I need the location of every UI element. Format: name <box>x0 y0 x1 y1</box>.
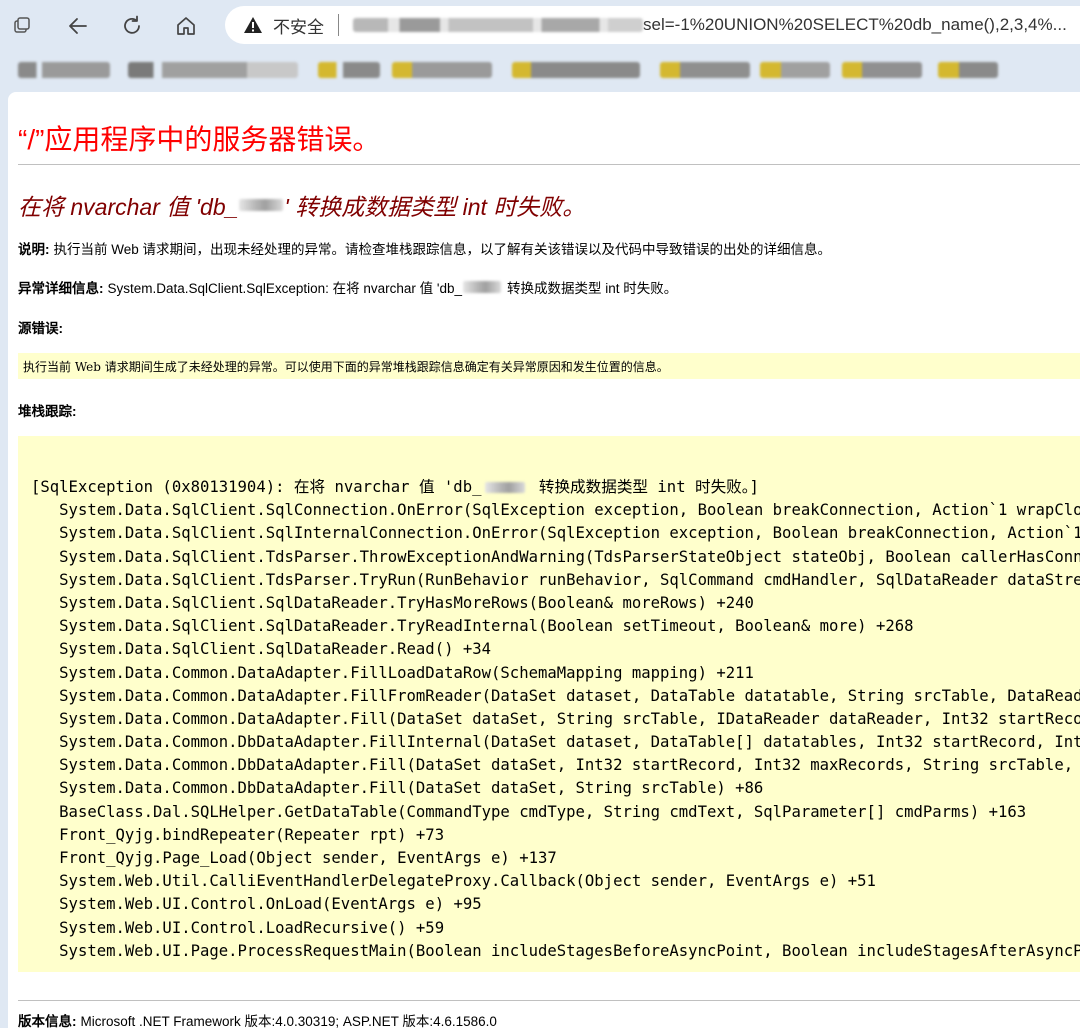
stack-trace-line: Front_Qyjg.bindRepeater(Repeater rpt) +7… <box>31 825 445 844</box>
error-heading: 在将 nvarchar 值 'db_ ' 转换成数据类型 int 时失败。 <box>18 188 585 222</box>
error-heading-prefix: 在将 nvarchar 值 'db_ <box>18 194 239 220</box>
favorite-item[interactable] <box>842 62 922 78</box>
stack-head-prefix: [SqlException (0x80131904): 在将 nvarchar … <box>31 478 482 496</box>
stack-trace-line: System.Data.Common.DbDataAdapter.Fill(Da… <box>59 756 1074 775</box>
favorite-item[interactable] <box>128 62 298 78</box>
stack-trace-line: System.Web.UI.Control.OnLoad(EventArgs e… <box>31 895 482 914</box>
source-error-heading: 源错误: <box>18 317 67 337</box>
favorite-item[interactable] <box>318 62 380 78</box>
version-info: 版本信息: Microsoft .NET Framework 版本:4.0.30… <box>18 1010 497 1028</box>
security-label[interactable]: 不安全 <box>273 13 324 38</box>
stack-trace-line: System.Data.SqlClient.SqlDataReader.TryR… <box>31 617 914 636</box>
exception-label: 异常详细信息: <box>18 281 104 296</box>
page-title: “/”应用程序中的服务器错误。 <box>18 124 381 155</box>
redacted-db-name <box>485 482 526 493</box>
stack-trace-line: System.Data.SqlClient.TdsParser.TryRun(R… <box>59 570 1080 589</box>
stack-trace-box: [SqlException (0x80131904): 在将 nvarchar … <box>18 436 1080 972</box>
address-separator <box>338 14 339 36</box>
stack-trace-line: System.Data.Common.DbDataAdapter.Fill(Da… <box>31 779 764 798</box>
redacted-host <box>353 18 643 32</box>
stack-trace-heading: 堆栈跟踪: <box>18 400 81 420</box>
stack-trace-line: System.Data.Common.DataAdapter.FillFromR… <box>59 686 1080 705</box>
title-divider <box>18 164 1080 165</box>
exception-text-prefix: System.Data.SqlClient.SqlException: 在将 n… <box>107 281 462 296</box>
stack-trace-line: System.Data.SqlClient.TdsParser.ThrowExc… <box>59 547 1080 566</box>
favorite-item[interactable] <box>760 62 830 78</box>
description-paragraph: 说明: 执行当前 Web 请求期间，出现未经处理的异常。请检查堆栈跟踪信息，以了… <box>18 238 831 258</box>
stack-trace-line: System.Data.SqlClient.SqlConnection.OnEr… <box>59 501 1080 520</box>
stack-trace-line: System.Data.SqlClient.SqlInternalConnect… <box>59 524 1080 543</box>
stack-lines-container: System.Data.SqlClient.SqlConnection.OnEr… <box>31 499 1080 963</box>
stack-trace-line: System.Web.Util.CalliEventHandlerDelegat… <box>31 872 876 891</box>
stack-trace-line: System.Data.Common.DbDataAdapter.FillInt… <box>59 733 1080 752</box>
description-label: 说明: <box>18 242 50 257</box>
redacted-db-name <box>239 199 284 211</box>
stack-trace-code: [SqlException (0x80131904): 在将 nvarchar … <box>31 476 1080 963</box>
stack-trace-line: System.Data.SqlClient.SqlDataReader.Read… <box>31 640 492 659</box>
source-error-text: 执行当前 Web 请求期间生成了未经处理的异常。可以使用下面的异常堆栈跟踪信息确… <box>23 359 669 374</box>
favorite-item[interactable] <box>660 62 750 78</box>
stack-trace-line: System.Web.UI.Page.ProcessRequestMain(Bo… <box>31 941 1080 960</box>
tab-actions-icon[interactable] <box>6 10 38 42</box>
address-bar[interactable]: 不安全 sel=-1%20UNION%20SELECT%20db_name(),… <box>225 6 1080 44</box>
exception-text-suffix: 转换成数据类型 int 时失败。 <box>506 281 678 296</box>
favorite-item[interactable] <box>512 62 640 78</box>
version-label: 版本信息: <box>18 1014 77 1028</box>
source-error-box: 执行当前 Web 请求期间生成了未经处理的异常。可以使用下面的异常堆栈跟踪信息确… <box>18 353 1080 379</box>
error-heading-suffix: ' 转换成数据类型 int 时失败。 <box>284 194 586 220</box>
stack-trace-line: Front_Qyjg.Page_Load(Object sender, Even… <box>31 849 557 867</box>
stack-trace-line: System.Data.Common.DataAdapter.FillLoadD… <box>31 663 754 682</box>
stack-trace-header: [SqlException (0x80131904): 在将 nvarchar … <box>31 476 1080 499</box>
warning-icon[interactable] <box>243 14 265 36</box>
stack-trace-line: System.Data.Common.DataAdapter.Fill(Data… <box>59 709 1080 728</box>
back-arrow-icon[interactable] <box>62 10 94 42</box>
favorite-item[interactable] <box>392 62 492 78</box>
version-text: Microsoft .NET Framework 版本:4.0.30319; A… <box>80 1014 497 1028</box>
refresh-icon[interactable] <box>116 10 148 42</box>
exception-paragraph: 异常详细信息: System.Data.SqlClient.SqlExcepti… <box>18 277 677 297</box>
footer-divider <box>18 1000 1080 1001</box>
stack-trace-line: System.Web.UI.Control.LoadRecursive() +5… <box>31 918 445 937</box>
favorites-bar <box>0 52 1080 90</box>
stack-trace-line: System.Data.SqlClient.SqlDataReader.TryH… <box>31 593 754 612</box>
redacted-db-name <box>462 281 501 293</box>
description-text: 执行当前 Web 请求期间，出现未经处理的异常。请检查堆栈跟踪信息，以了解有关该… <box>53 242 832 257</box>
url-text[interactable]: sel=-1%20UNION%20SELECT%20db_name(),2,3,… <box>643 15 1067 35</box>
home-icon[interactable] <box>170 10 202 42</box>
stack-head-suffix: 转换成数据类型 int 时失败。] <box>529 478 759 496</box>
favorite-item[interactable] <box>18 62 110 78</box>
source-error-label: 源错误: <box>18 321 63 336</box>
web-page: “/”应用程序中的服务器错误。 在将 nvarchar 值 'db_ ' 转换成… <box>8 92 1080 1028</box>
browser-toolbar: 不安全 sel=-1%20UNION%20SELECT%20db_name(),… <box>0 0 1080 52</box>
stack-trace-label: 堆栈跟踪: <box>18 404 77 419</box>
stack-trace-line: BaseClass.Dal.SQLHelper.GetDataTable(Com… <box>31 802 1027 821</box>
favorite-item[interactable] <box>938 62 998 78</box>
